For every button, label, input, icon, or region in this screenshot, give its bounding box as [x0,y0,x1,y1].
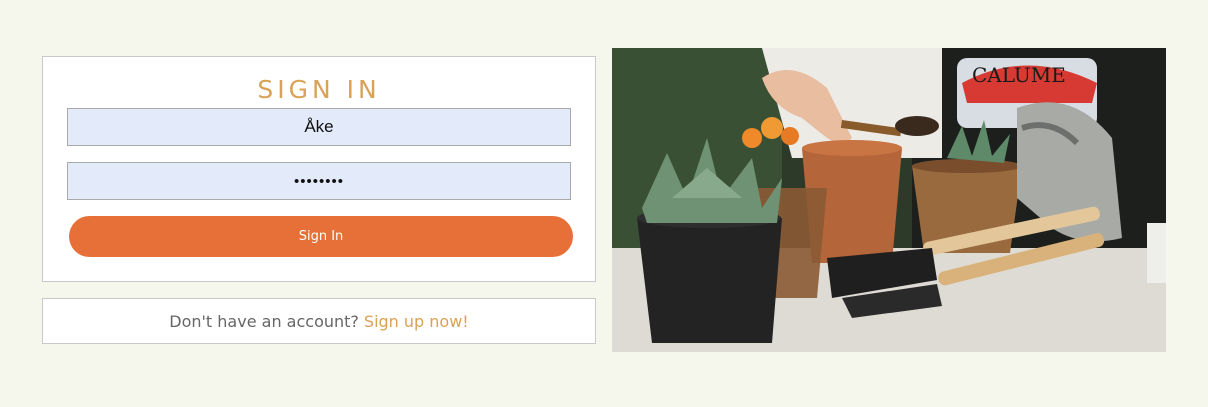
shirt-print-text: CALUME [972,63,1066,87]
login-title: SIGN IN [257,75,381,104]
username-input[interactable] [67,108,571,146]
signup-prompt: Don't have an account? [169,311,359,331]
gardening-photo-illustration: CALUME [612,48,1166,352]
signup-card: Don't have an account? Sign up now! [42,298,596,344]
signup-link[interactable]: Sign up now! [364,312,469,331]
login-card: SIGN IN Sign In [42,56,596,282]
password-input[interactable] [67,162,571,200]
sign-in-button[interactable]: Sign In [69,216,573,257]
gardening-photo: CALUME [612,48,1166,352]
